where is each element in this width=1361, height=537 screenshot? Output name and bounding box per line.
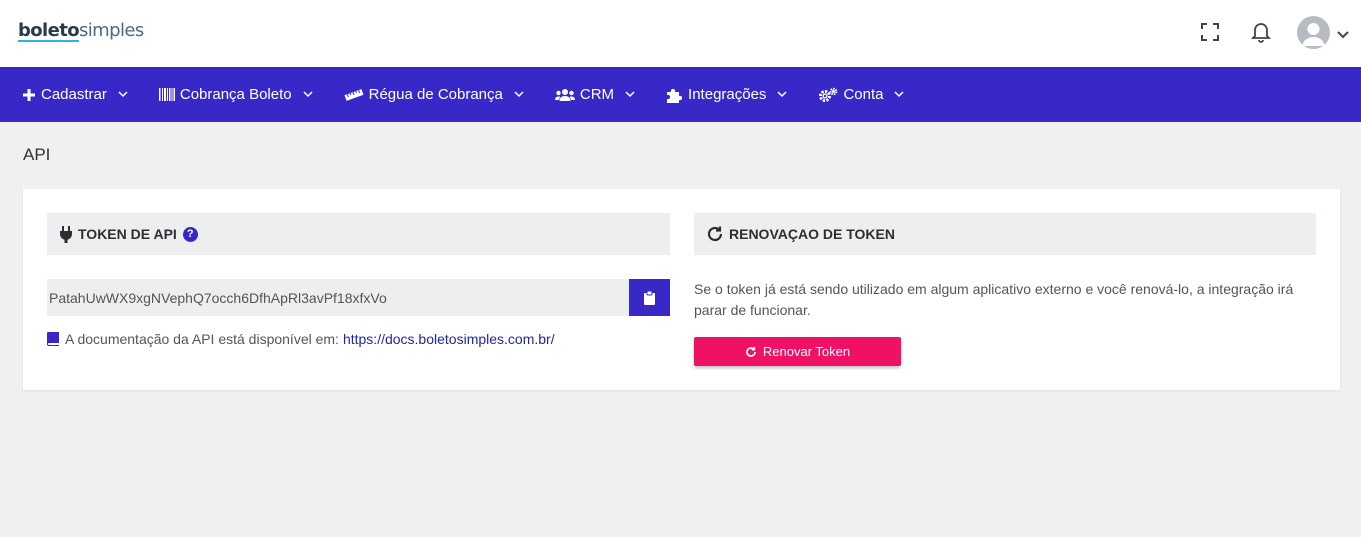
fullscreen-icon[interactable] xyxy=(1198,20,1222,44)
puzzle-icon xyxy=(666,87,683,103)
brand-logo-bold: boleto xyxy=(18,20,80,41)
renew-token-label: Renovar Token xyxy=(762,344,851,359)
renew-token-button[interactable]: Renovar Token xyxy=(694,337,901,366)
token-panel-header: TOKEN DE API ? xyxy=(47,213,670,255)
copy-token-button[interactable] xyxy=(629,279,670,316)
clipboard-icon xyxy=(644,290,655,305)
api-card: TOKEN DE API ? A documentação da API est… xyxy=(23,189,1340,390)
chevron-down-icon xyxy=(303,91,313,98)
users-icon xyxy=(554,88,575,102)
top-bar: boletosimples xyxy=(0,0,1361,67)
nav-item-label: Conta xyxy=(843,86,884,103)
refresh-icon xyxy=(745,346,757,358)
api-doc-link[interactable]: https://docs.boletosimples.com.br/ xyxy=(343,331,555,347)
page-title: API xyxy=(23,145,51,164)
cogs-icon xyxy=(818,87,838,103)
nav-item-regua-de-cobranca[interactable]: Régua de Cobrança xyxy=(344,86,524,103)
nav-item-conta[interactable]: Conta xyxy=(818,86,904,103)
renew-warning-text: Se o token já está sendo utilizado em al… xyxy=(694,281,1294,318)
nav-item-label: Integrações xyxy=(688,86,767,103)
api-doc-text: A documentação da API está disponível em… xyxy=(65,331,339,347)
token-panel-title: TOKEN DE API xyxy=(78,226,177,242)
nav-item-crm[interactable]: CRM xyxy=(554,86,635,103)
brand-logo-light: simples xyxy=(79,20,144,41)
chevron-down-icon xyxy=(625,91,635,98)
chevron-down-icon xyxy=(514,91,524,98)
renew-panel-header: RENOVAÇAO DE TOKEN xyxy=(694,213,1316,255)
chevron-down-icon xyxy=(777,91,787,98)
api-doc-line: A documentação da API está disponível em… xyxy=(47,331,555,347)
bell-icon[interactable] xyxy=(1249,20,1273,44)
chevron-down-icon xyxy=(894,91,904,98)
api-token-field[interactable] xyxy=(47,279,630,316)
ruler-icon xyxy=(344,88,364,101)
nav-item-label: Cobrança Boleto xyxy=(179,86,292,103)
nav-item-label: CRM xyxy=(579,86,615,103)
barcode-icon xyxy=(158,88,175,101)
nav-item-cobranca-boleto[interactable]: Cobrança Boleto xyxy=(158,86,313,103)
avatar[interactable] xyxy=(1297,16,1330,49)
nav-item-label: Régua de Cobrança xyxy=(368,86,503,103)
plug-icon xyxy=(59,225,73,243)
refresh-icon xyxy=(706,225,724,243)
renew-panel-title: RENOVAÇAO DE TOKEN xyxy=(729,226,895,242)
plus-icon xyxy=(22,88,36,102)
nav-item-cadastrar[interactable]: Cadastrar xyxy=(22,86,128,103)
book-icon xyxy=(47,332,59,346)
nav-item-integracoes[interactable]: Integrações xyxy=(666,86,787,103)
chevron-down-icon xyxy=(118,91,128,98)
help-icon[interactable]: ? xyxy=(182,226,198,242)
brand-logo[interactable]: boletosimples xyxy=(18,20,144,41)
main-navbar: Cadastrar Cobrança Boleto Régua de Cobra… xyxy=(0,67,1361,122)
chevron-down-icon[interactable] xyxy=(1337,26,1349,44)
nav-item-label: Cadastrar xyxy=(41,86,107,103)
